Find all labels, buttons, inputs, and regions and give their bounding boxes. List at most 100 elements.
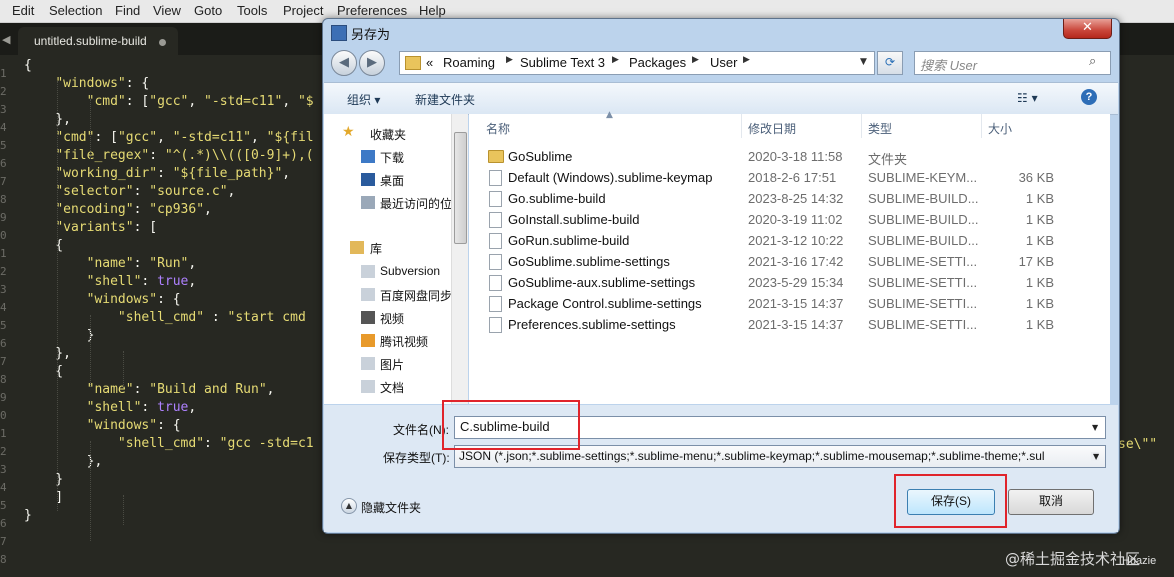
menu-project[interactable]: Project xyxy=(283,3,323,18)
column-date-header[interactable]: 修改日期 xyxy=(748,120,796,137)
breadcrumb-arrow-icon[interactable]: ▶ xyxy=(692,55,699,65)
view-options-icon[interactable]: ☷ ▾ xyxy=(1017,91,1038,105)
menu-view[interactable]: View xyxy=(153,3,181,18)
nav-scrollbar-thumb[interactable] xyxy=(454,132,467,244)
indent-guide xyxy=(57,81,58,511)
download-icon xyxy=(361,150,375,163)
documents-icon xyxy=(361,380,375,393)
watermark-author: Huazie xyxy=(1122,555,1157,567)
nav-video[interactable]: 视频 xyxy=(380,310,404,327)
column-divider[interactable] xyxy=(981,114,982,138)
nav-scrollbar[interactable] xyxy=(451,114,468,404)
navigation-pane: ★ 收藏夹 下载 桌面 最近访问的位 库 Subversion 百度网盘同步 视… xyxy=(324,114,468,404)
nav-baidu[interactable]: 百度网盘同步 xyxy=(380,287,452,304)
nav-libraries[interactable]: 库 xyxy=(370,240,382,257)
file-icon xyxy=(489,191,502,207)
breadcrumb-prefix[interactable]: « xyxy=(426,55,433,70)
file-name: Preferences.sublime-settings xyxy=(508,317,676,332)
nav-recent[interactable]: 最近访问的位 xyxy=(380,195,452,212)
file-name: GoInstall.sublime-build xyxy=(508,212,640,227)
breadcrumb-arrow-icon[interactable]: ▶ xyxy=(612,55,619,65)
indent-guide xyxy=(123,495,124,525)
nav-downloads[interactable]: 下载 xyxy=(380,149,404,166)
column-divider[interactable] xyxy=(861,114,862,138)
file-type: SUBLIME-BUILD... xyxy=(868,212,979,227)
chevron-up-icon[interactable]: ▲ xyxy=(341,498,357,514)
file-size: 1 KB xyxy=(1025,212,1054,227)
file-row[interactable]: Go.sublime-build 2023-8-25 14:32 SUBLIME-B… xyxy=(469,188,1110,209)
file-size: 36 KB xyxy=(1018,170,1054,185)
file-size: 1 KB xyxy=(1025,233,1054,248)
column-size-header[interactable]: 大小 xyxy=(988,120,1012,137)
nav-documents[interactable]: 文档 xyxy=(380,379,404,396)
filetype-dropdown-icon[interactable]: ▼ xyxy=(1091,452,1100,461)
file-row[interactable]: GoRun.sublime-build 2021-3-12 10:22 SUBLIM… xyxy=(469,230,1110,251)
forward-arrow-icon[interactable]: ▶ xyxy=(359,50,385,76)
menu-edit[interactable]: Edit xyxy=(12,3,34,18)
breadcrumb-arrow-icon[interactable]: ▶ xyxy=(743,55,750,65)
code-line: "selector": "source.c", xyxy=(55,184,236,199)
file-row[interactable]: GoSublime-aux.sublime-settings 2023-5-29 … xyxy=(469,272,1110,293)
file-icon xyxy=(489,317,502,333)
file-name: Go.sublime-build xyxy=(508,191,606,206)
menu-help[interactable]: Help xyxy=(419,3,446,18)
file-icon xyxy=(489,254,502,270)
nav-favorites[interactable]: 收藏夹 xyxy=(370,126,406,143)
column-divider[interactable] xyxy=(741,114,742,138)
code-line: "shell": true, xyxy=(86,400,197,415)
code-line: }, xyxy=(24,112,71,127)
cancel-button[interactable]: 取消 xyxy=(1008,489,1094,515)
back-arrow-icon[interactable]: ◀ xyxy=(331,50,357,76)
hide-folders-button[interactable]: 隐藏文件夹 xyxy=(361,499,421,516)
folder-icon xyxy=(488,150,504,163)
address-bar[interactable]: « Roaming ▶ Sublime Text 3 ▶ Packages ▶ … xyxy=(399,51,875,75)
nav-subversion[interactable]: Subversion xyxy=(380,264,440,278)
nav-pictures[interactable]: 图片 xyxy=(380,356,404,373)
file-list: 名称 修改日期 类型 大小 ▲ GoSublime 2020-3-18 11:58… xyxy=(469,110,1110,404)
breadcrumb-packages[interactable]: Packages xyxy=(629,55,686,70)
file-row[interactable]: Package Control.sublime-settings 2021-3-1… xyxy=(469,293,1110,314)
file-row[interactable]: GoSublime.sublime-settings 2021-3-16 17:4… xyxy=(469,251,1110,272)
menu-selection[interactable]: Selection xyxy=(49,3,102,18)
file-type: SUBLIME-BUILD... xyxy=(868,233,979,248)
file-date: 2021-3-16 17:42 xyxy=(748,254,844,269)
breadcrumb-user[interactable]: User xyxy=(710,55,737,70)
tab-scroll-left-icon[interactable]: ◀ xyxy=(2,33,10,46)
breadcrumb-roaming[interactable]: Roaming xyxy=(443,55,495,70)
unsaved-dot-icon[interactable] xyxy=(159,39,166,46)
file-row[interactable]: GoSublime 2020-3-18 11:58 文件夹 xyxy=(469,146,1110,167)
file-date: 2020-3-18 11:58 xyxy=(748,149,843,164)
menu-find[interactable]: Find xyxy=(115,3,140,18)
organize-button[interactable]: 组织 ▾ xyxy=(347,91,380,108)
refresh-icon[interactable]: ⟳ xyxy=(877,51,903,75)
column-type-header[interactable]: 类型 xyxy=(868,120,892,137)
search-icon[interactable]: ⌕ xyxy=(1089,54,1096,69)
close-button[interactable]: ✕ xyxy=(1063,19,1112,39)
new-folder-button[interactable]: 新建文件夹 xyxy=(415,91,475,108)
filetype-label: 保存类型(T): xyxy=(383,451,450,465)
code-line: } xyxy=(24,328,95,343)
tab-untitled[interactable]: untitled.sublime-build xyxy=(18,27,178,55)
nav-desktop[interactable]: 桌面 xyxy=(380,172,404,189)
file-row[interactable]: GoInstall.sublime-build 2020-3-19 11:02 SU… xyxy=(469,209,1110,230)
breadcrumb-arrow-icon[interactable]: ▶ xyxy=(506,55,513,65)
search-input[interactable]: 搜索 User ⌕ xyxy=(914,51,1111,75)
breadcrumb-sublime-text-3[interactable]: Sublime Text 3 xyxy=(520,55,605,70)
file-row[interactable]: Preferences.sublime-settings 2021-3-15 14… xyxy=(469,314,1110,335)
file-row[interactable]: Default (Windows).sublime-keymap 2018-2-6… xyxy=(469,167,1110,188)
file-date: 2020-3-19 11:02 xyxy=(748,212,843,227)
menu-tools[interactable]: Tools xyxy=(237,3,267,18)
filename-dropdown-icon[interactable]: ▼ xyxy=(1092,423,1098,432)
desktop-icon xyxy=(361,173,375,186)
file-date: 2023-5-29 15:34 xyxy=(748,275,844,290)
column-name-header[interactable]: 名称 xyxy=(486,120,510,137)
help-icon[interactable]: ? xyxy=(1081,89,1097,105)
code-editor[interactable]: { "windows": { "cmd": ["gcc", "-std=c11"… xyxy=(0,55,330,555)
nav-tencent-video[interactable]: 腾讯视频 xyxy=(380,333,428,350)
menu-preferences[interactable]: Preferences xyxy=(337,3,407,18)
address-dropdown-icon[interactable]: ▼ xyxy=(860,57,867,67)
file-size: 1 KB xyxy=(1025,191,1054,206)
code-line: "shell": true, xyxy=(86,274,197,289)
file-icon xyxy=(489,212,502,228)
menu-goto[interactable]: Goto xyxy=(194,3,222,18)
